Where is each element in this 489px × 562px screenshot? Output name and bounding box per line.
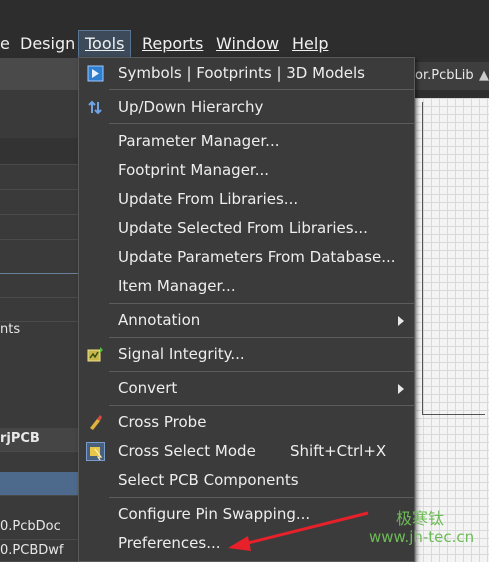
watermark-cn: 极寒钛 — [396, 509, 445, 528]
annotation-arrow — [228, 511, 369, 551]
watermark-url: www.jh-tec.cn — [369, 528, 475, 546]
